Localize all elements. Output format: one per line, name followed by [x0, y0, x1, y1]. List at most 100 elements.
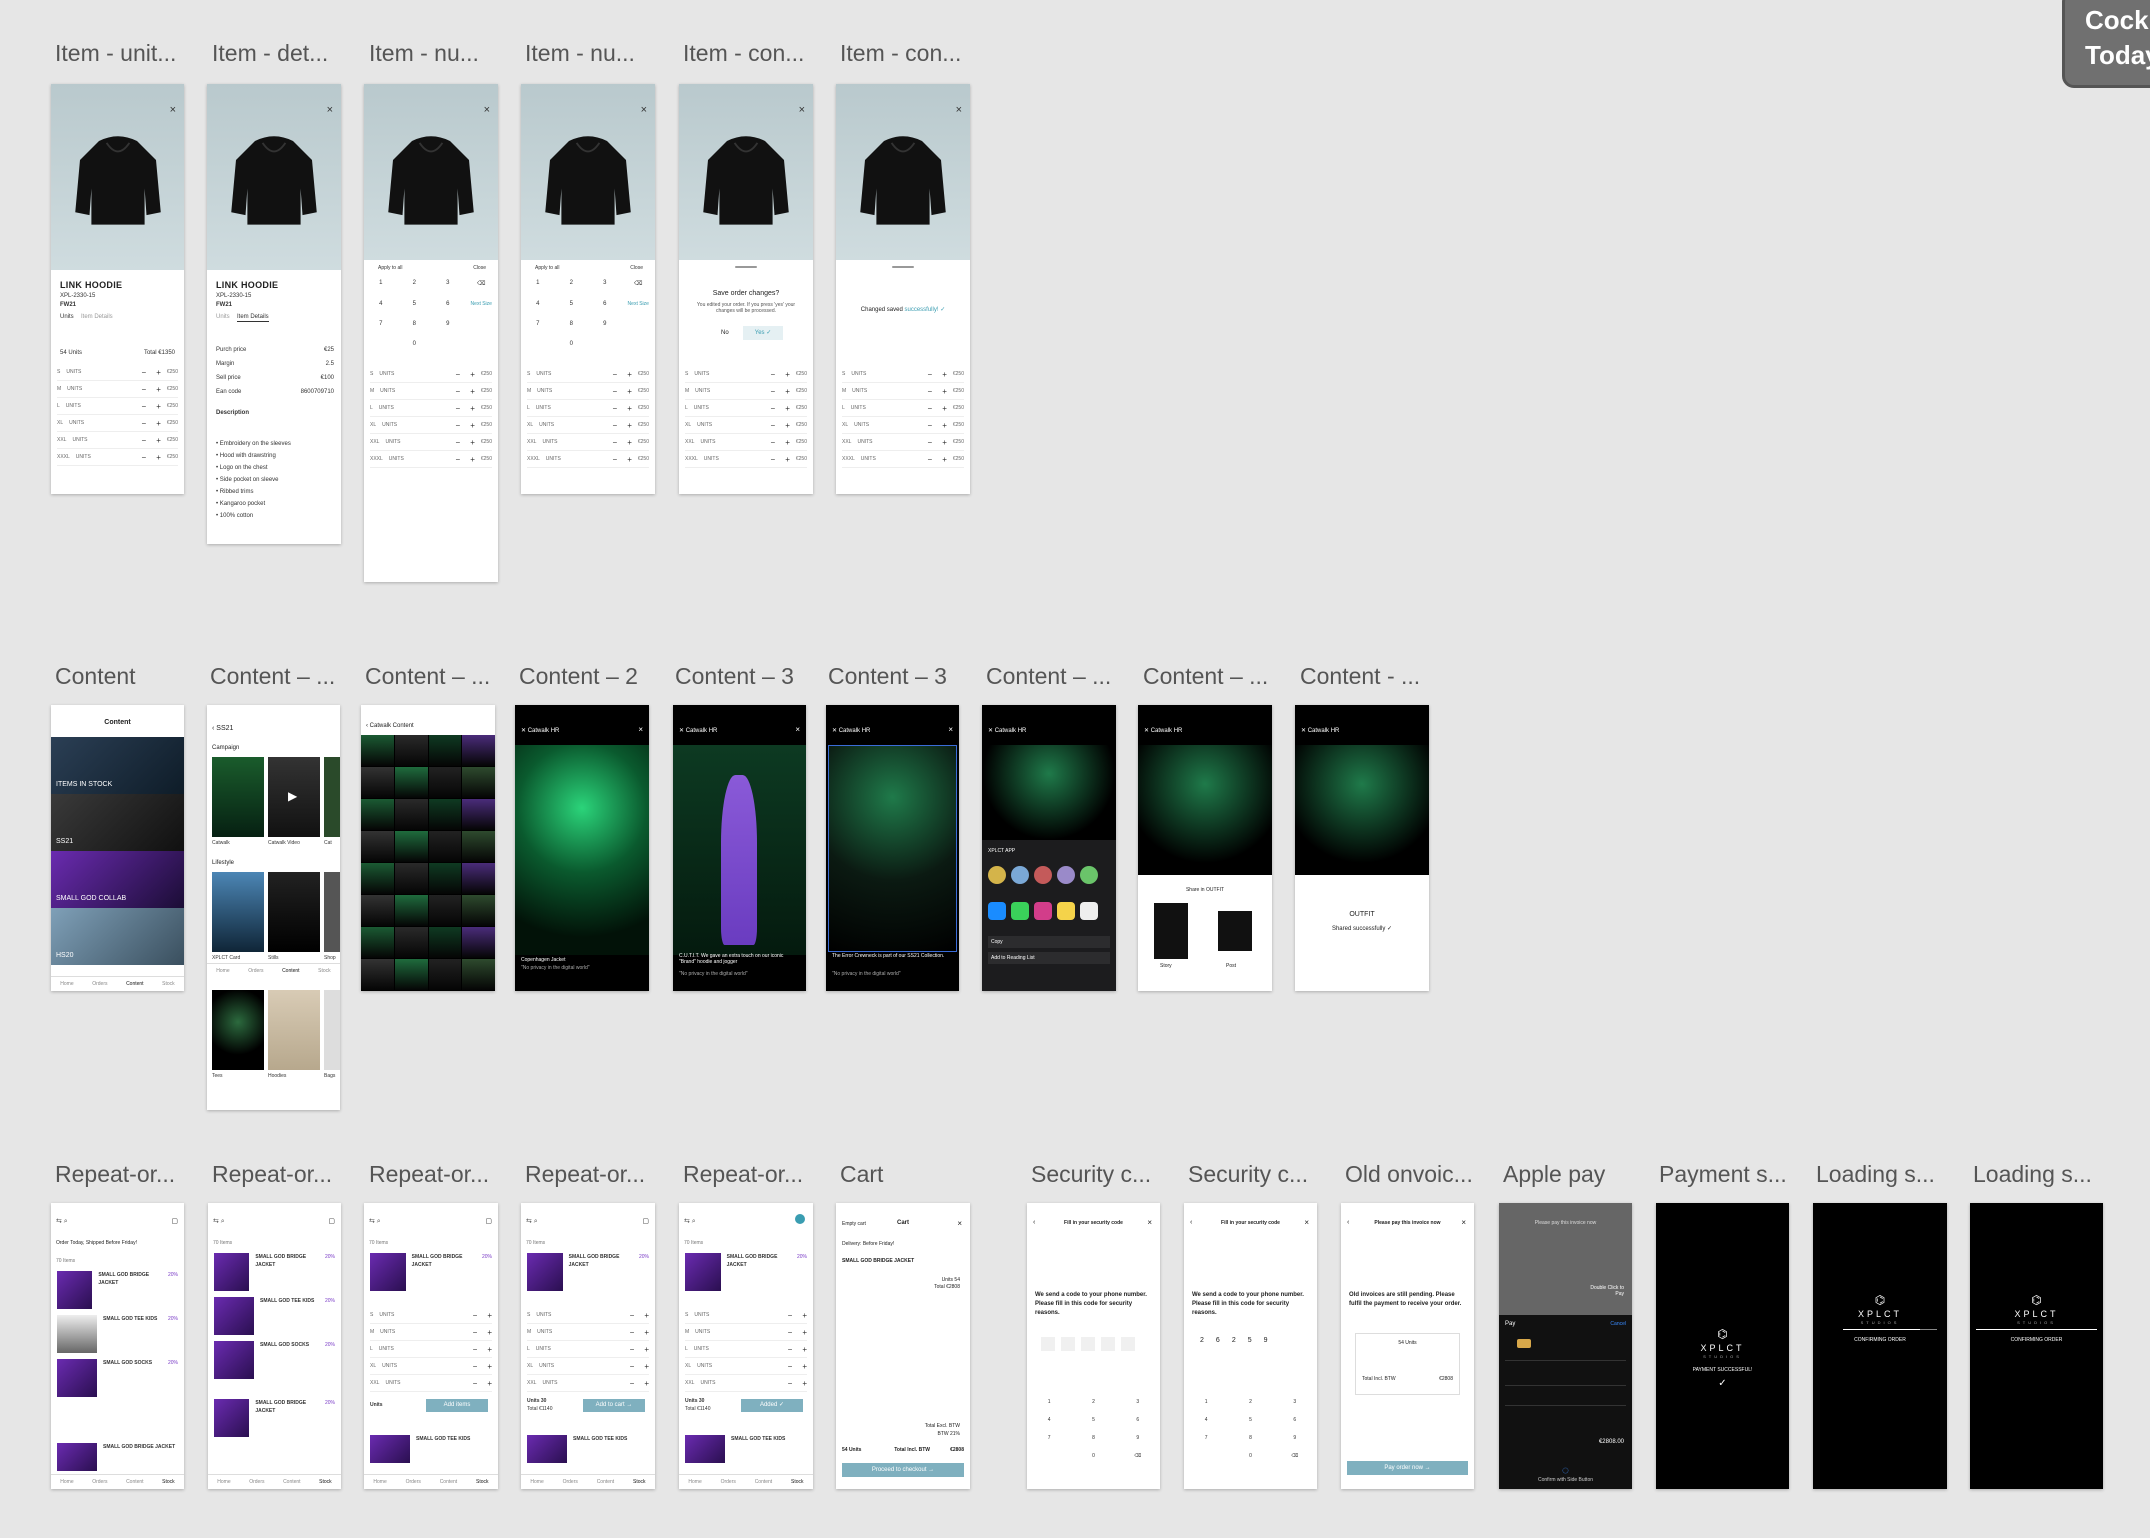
tab-orders[interactable]: Orders	[248, 968, 263, 974]
close-icon[interactable]: ×	[1461, 1218, 1466, 1227]
close-icon[interactable]: ×	[948, 725, 953, 734]
close-icon[interactable]: ×	[641, 104, 647, 116]
lifestyle-thumb[interactable]	[212, 872, 264, 952]
minus-icon[interactable]: −	[142, 385, 147, 394]
plus-icon[interactable]: +	[156, 385, 161, 394]
add-to-cart-button[interactable]: Add to cart →	[583, 1399, 645, 1412]
tab-home[interactable]: Home	[688, 1479, 701, 1485]
minus-icon[interactable]: −	[142, 436, 147, 445]
add-items-button[interactable]: Add items	[426, 1399, 488, 1412]
frame-label[interactable]: Old onvoic...	[1345, 1161, 1473, 1188]
catwalk-thumb[interactable]	[462, 767, 495, 798]
tab-home[interactable]: Home	[216, 968, 229, 974]
frame-label[interactable]: Content – ...	[986, 663, 1111, 690]
catwalk-thumb[interactable]	[428, 767, 462, 798]
numeric-keypad[interactable]: 1 2 3 4 5 6 7 8 9 0 ⌫	[1184, 1399, 1317, 1459]
frame-label[interactable]: Content – ...	[365, 663, 490, 690]
story-option[interactable]	[1154, 903, 1188, 959]
filter-icon[interactable]: ⇆ ⌕	[369, 1217, 381, 1226]
catwalk-thumb[interactable]	[394, 799, 428, 830]
tab-item-details[interactable]: Item Details	[237, 313, 269, 322]
tab-content[interactable]: Content	[282, 968, 300, 974]
frame-label[interactable]: Payment s...	[1659, 1161, 1787, 1188]
frame-label[interactable]: Content – 3	[675, 663, 794, 690]
list-item[interactable]: SMALL GOD SOCKS 20%	[57, 1359, 178, 1397]
catwalk-thumb[interactable]	[428, 735, 462, 766]
tab-orders[interactable]: Orders	[92, 981, 107, 987]
close-icon[interactable]: ×	[956, 104, 962, 116]
catwalk-thumb[interactable]	[394, 863, 428, 894]
tile-ss21[interactable]: SS21	[51, 794, 184, 851]
frame-label[interactable]: Security c...	[1031, 1161, 1151, 1188]
tab-home[interactable]: Home	[60, 981, 73, 987]
close-icon[interactable]: ×	[957, 1219, 962, 1228]
tab-content[interactable]: Content	[440, 1479, 458, 1485]
tab-home[interactable]: Home	[217, 1479, 230, 1485]
catwalk-thumb[interactable]	[361, 767, 394, 798]
tile-small-god-collab[interactable]: SMALL GOD COLLAB	[51, 851, 184, 908]
tab-home[interactable]: Home	[373, 1479, 386, 1485]
frame-label[interactable]: Item - con...	[683, 40, 804, 67]
close-icon[interactable]: ×	[327, 104, 333, 116]
list-item[interactable]: SMALL GOD BRIDGE JACKET 20%	[685, 1253, 807, 1291]
tab-home[interactable]: Home	[60, 1479, 73, 1485]
list-item[interactable]: SMALL GOD BRIDGE JACKET 20%	[57, 1271, 178, 1309]
reading-list-action[interactable]: Add to Reading List	[988, 952, 1110, 964]
plus-icon[interactable]: +	[156, 402, 161, 411]
pay-order-button[interactable]: Pay order now →	[1347, 1461, 1468, 1475]
tab-stock[interactable]: Stock	[319, 1479, 332, 1485]
frame-label[interactable]: Item - con...	[840, 40, 961, 67]
campaign-thumb[interactable]	[324, 757, 340, 837]
apply-all-button[interactable]: Apply to all	[378, 264, 402, 272]
catwalk-thumb[interactable]	[462, 863, 495, 894]
catwalk-thumb[interactable]	[361, 927, 394, 958]
list-item[interactable]: SMALL GOD BRIDGE JACKET	[57, 1443, 178, 1471]
keypad-close-button[interactable]: Close	[473, 264, 486, 272]
tab-units[interactable]: Units	[216, 313, 230, 321]
list-item[interactable]: SMALL GOD TEE KIDS	[685, 1435, 807, 1463]
list-item[interactable]: SMALL GOD BRIDGE JACKET 20%	[214, 1253, 335, 1291]
lifestyle-thumb[interactable]	[324, 872, 340, 952]
frame-label[interactable]: Repeat-or...	[212, 1161, 332, 1188]
code-inputs[interactable]: 26259	[1200, 1337, 1268, 1344]
frame-label[interactable]: Loading s...	[1816, 1161, 1935, 1188]
cart-icon[interactable]: ▢	[328, 1217, 335, 1225]
post-option[interactable]	[1218, 911, 1252, 951]
filter-icon[interactable]: ⇆ ⌕	[684, 1217, 696, 1226]
catwalk-thumb[interactable]	[394, 927, 428, 958]
list-item[interactable]: SMALL GOD BRIDGE JACKET 20%	[527, 1253, 649, 1291]
numeric-keypad[interactable]: 1 2 3 ⌫ 4 5 6 Next Size 789 0	[364, 280, 498, 347]
list-item[interactable]: SMALL GOD TEE KIDS	[370, 1435, 492, 1463]
close-icon[interactable]: ×	[484, 104, 490, 116]
catwalk-thumb[interactable]	[428, 895, 462, 926]
tab-stock[interactable]: Stock	[476, 1479, 489, 1485]
frame-label[interactable]: Item - unit...	[55, 40, 176, 67]
back-button[interactable]: ‹ SS21	[212, 725, 233, 732]
catwalk-thumb[interactable]	[428, 799, 462, 830]
list-item[interactable]: SMALL GOD BRIDGE JACKET 20%	[214, 1399, 335, 1437]
cart-icon[interactable]: ▢	[642, 1217, 649, 1225]
frame-label[interactable]: Item - nu...	[369, 40, 479, 67]
list-item[interactable]: SMALL GOD SOCKS 20%	[214, 1341, 335, 1379]
cancel-button[interactable]: Cancel	[1610, 1321, 1626, 1327]
catwalk-thumb[interactable]	[394, 959, 428, 990]
plus-icon[interactable]: +	[156, 419, 161, 428]
close-icon[interactable]: ×	[799, 104, 805, 116]
tab-content[interactable]: Content	[597, 1479, 615, 1485]
frame-label[interactable]: Security c...	[1188, 1161, 1308, 1188]
campaign-video-thumb[interactable]: ▶	[268, 757, 320, 837]
tile-hs20[interactable]: HS20	[51, 908, 184, 965]
minus-icon[interactable]: −	[142, 402, 147, 411]
catwalk-thumb[interactable]	[428, 831, 462, 862]
cart-badge-icon[interactable]	[795, 1214, 805, 1224]
catwalk-thumb[interactable]	[361, 735, 394, 766]
cart-icon[interactable]: ▢	[485, 1217, 492, 1225]
catwalk-thumb[interactable]	[394, 895, 428, 926]
frame-label[interactable]: Content – 2	[519, 663, 638, 690]
cart-icon[interactable]: ▢	[171, 1217, 178, 1225]
added-button[interactable]: Added ✓	[741, 1399, 803, 1412]
minus-icon[interactable]: −	[142, 419, 147, 428]
frame-label[interactable]: Item - nu...	[525, 40, 635, 67]
tab-stock[interactable]: Stock	[162, 981, 175, 987]
tab-stock[interactable]: Stock	[791, 1479, 804, 1485]
